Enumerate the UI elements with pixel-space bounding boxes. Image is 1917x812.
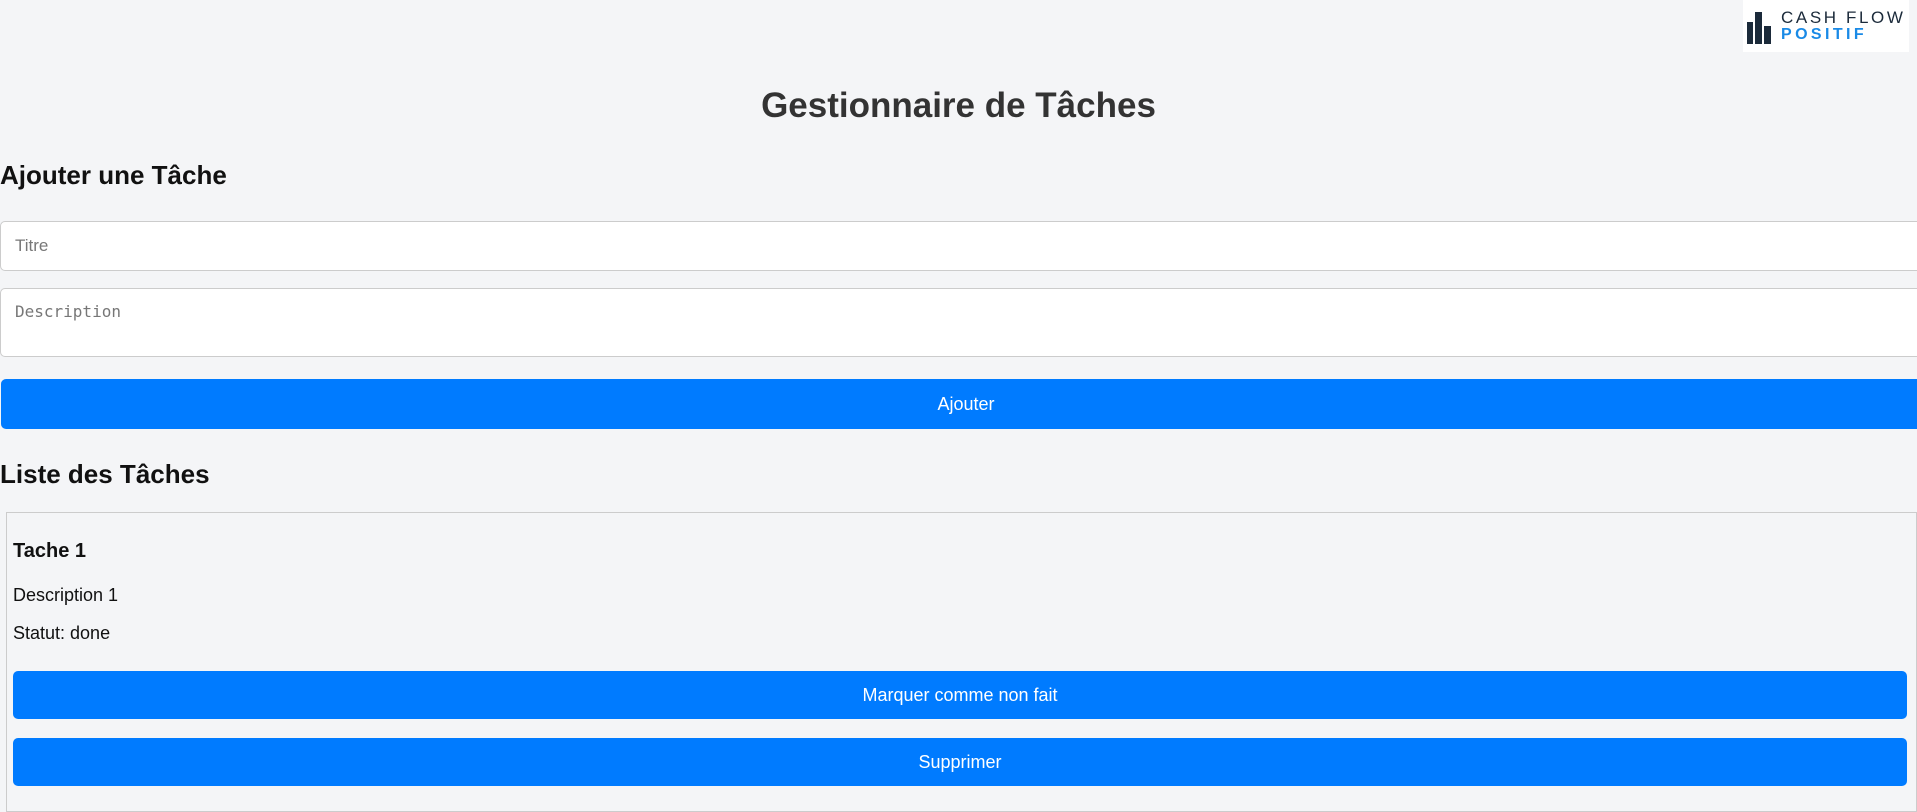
add-task-heading: Ajouter une Tâche	[0, 160, 227, 190]
add-task-button[interactable]: Ajouter	[1, 379, 1917, 429]
task-list-heading: Liste des Tâches	[0, 459, 210, 489]
task-description: Description 1	[13, 585, 119, 605]
task-title-input[interactable]	[0, 221, 1917, 271]
cash-flow-positif-logo: CASH FLOW POSITIF	[1743, 0, 1909, 52]
task-description-input[interactable]	[0, 288, 1917, 357]
task-card: Tache 1 Description 1 Statut: done Marqu…	[6, 512, 1917, 812]
mark-undone-button[interactable]: Marquer comme non fait	[13, 671, 1907, 719]
task-title: Tache 1	[13, 540, 86, 562]
logo-line-1: CASH FLOW	[1781, 8, 1906, 27]
buildings-logo-icon	[1747, 12, 1771, 44]
logo-line-2: POSITIF	[1781, 26, 1868, 43]
delete-task-button[interactable]: Supprimer	[13, 738, 1907, 786]
task-status: Statut: done	[13, 623, 111, 643]
logo-text: CASH FLOW POSITIF	[1781, 9, 1905, 43]
page-title: Gestionnaire de Tâches	[761, 86, 1156, 125]
